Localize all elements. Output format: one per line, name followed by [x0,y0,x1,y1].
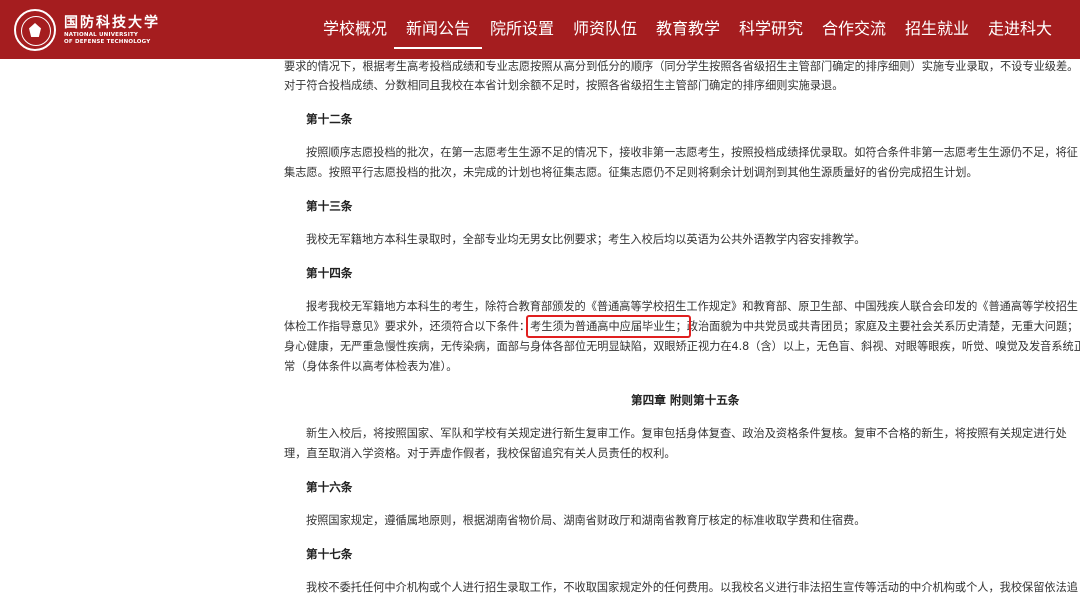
section-heading-17: 第十七条 [306,547,353,561]
section-heading-12: 第十二条 [306,112,353,126]
nav-item-education[interactable]: 教育教学 [656,17,720,41]
article-line: 要求的情况下，根据考生高考投档成绩和专业志愿按照从高分到低分的顺序（同分学生按照… [284,60,1079,73]
article-text: 体检工作指导意见》要求外，还须符合以下条件： [284,320,531,333]
article-line: 常（身体条件以高考体检表为准）。 [284,360,458,373]
article-line: 新生入校后，将按照国家、军队和学校有关规定进行新生复审工作。复审包括身体复查、政… [306,427,1067,440]
nav-item-news-announcements[interactable]: 新闻公告 [393,17,483,49]
article-line: 按照顺序志愿投档的批次，在第一志愿考生生源不足的情况下，接收非第一志愿考生，按照… [306,146,1078,159]
article-text: 政治面貌为中共党员或共青团员；家庭及主要社会关系历史清楚，无重大问题； [686,320,1079,333]
article-line: 理，直至取消入学资格。对于弄虚作假者，我校保留追究有关人员责任的权利。 [284,447,676,460]
chapter-heading: 第四章 附则第十五条 [631,393,740,407]
logo-chinese-name: 国防科技大学 [64,15,160,31]
section-heading-14: 第十四条 [306,266,353,280]
university-logo[interactable]: 国防科技大学 NATIONAL UNIVERSITY OF DEFENSE TE… [14,9,160,51]
highlight-box [526,315,691,338]
article-line: 我校无军籍地方本科生录取时，全部专业均无男女比例要求；考生入校后均以英语为公共外… [306,233,866,246]
nav-item-school-overview[interactable]: 学校概况 [323,17,387,41]
article-line: 对于符合投档成绩、分数相同且我校在本省计划余额不足时，按照各省级招生主管部门确定… [284,79,844,92]
nav-item-departments[interactable]: 院所设置 [490,17,554,41]
nav-item-cooperation[interactable]: 合作交流 [822,17,886,41]
section-heading-16: 第十六条 [306,480,353,494]
logo-english-name-line1: NATIONAL UNIVERSITY [64,32,139,38]
nav-item-research[interactable]: 科学研究 [739,17,803,41]
article-line: 身心健康，无严重急慢性疾病，无传染病，面部与身体各部位无明显缺陷，双眼矫正视力在… [284,340,1080,353]
logo-text: 国防科技大学 NATIONAL UNIVERSITY OF DEFENSE TE… [64,14,160,46]
article-line: 集志愿。按照平行志愿投档的批次，未完成的计划也将征集志愿。征集志愿仍不足则将剩余… [284,166,978,179]
section-heading-13: 第十三条 [306,199,353,213]
article-line-with-highlight: 体检工作指导意见》要求外，还须符合以下条件： 考生须为普通高中应届毕业生；政治面貌… [284,315,1079,338]
nav-item-admissions[interactable]: 招生就业 [905,17,969,41]
nav-item-about[interactable]: 走进科大 [988,17,1052,41]
logo-english-name-line2: OF DEFENSE TECHNOLOGY [64,39,151,45]
nav-item-faculty[interactable]: 师资队伍 [573,17,637,41]
article-line: 报考我校无军籍地方本科生的考生，除符合教育部颁发的《普通高等学校招生工作规定》和… [306,300,1078,313]
highlighted-text: 考生须为普通高中应届毕业生； [526,315,691,338]
university-seal-icon [14,9,56,51]
top-navigation-bar: 国防科技大学 NATIONAL UNIVERSITY OF DEFENSE TE… [0,0,1080,59]
article-line: 我校不委托任何中介机构或个人进行招生录取工作，不收取国家规定外的任何费用。以我校… [306,581,1078,594]
article-line: 按照国家规定，遵循属地原则，根据湖南省物价局、湖南省财政厅和湖南省教育厅核定的标… [306,514,866,527]
